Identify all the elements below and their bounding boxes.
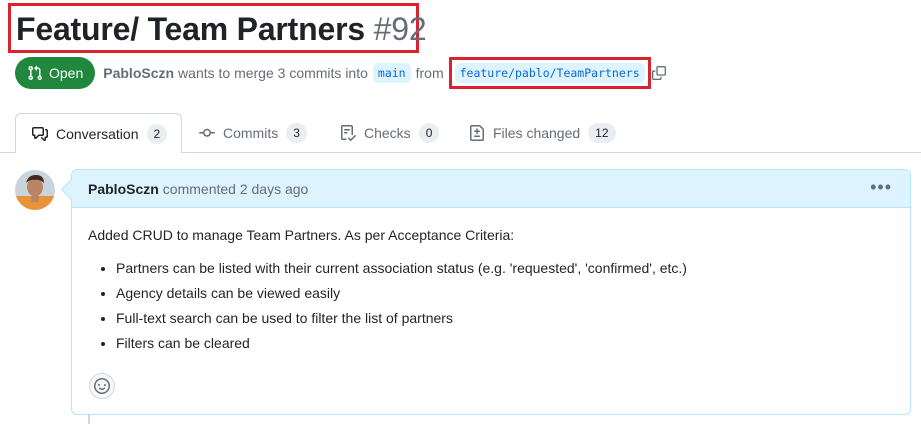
checklist-icon xyxy=(341,125,356,141)
pr-title: Feature/ Team Partners xyxy=(16,11,365,47)
comment-box: PabloSczn commented 2 days ago ••• Added… xyxy=(71,169,911,415)
tab-label: Checks xyxy=(364,125,411,141)
merge-text: wants to merge 3 commits into xyxy=(178,65,368,81)
file-diff-icon xyxy=(470,125,484,141)
comment-intro: Added CRUD to manage Team Partners. As p… xyxy=(88,227,515,243)
smiley-icon xyxy=(94,378,110,394)
comment-timestamp: commented 2 days ago xyxy=(162,180,309,197)
branch-highlight-box: feature/pablo/TeamPartners xyxy=(448,57,651,89)
from-text: from xyxy=(415,65,444,81)
tab-count: 2 xyxy=(146,123,168,144)
status-badge: Open xyxy=(15,57,96,89)
comment-body: Added CRUD to manage Team Partners. As p… xyxy=(72,208,910,352)
copy-icon[interactable] xyxy=(651,66,666,80)
git-commit-icon xyxy=(199,128,215,137)
tab-count: 12 xyxy=(588,123,616,143)
tab-label: Commits xyxy=(223,125,279,141)
git-pull-request-icon xyxy=(28,65,43,81)
list-item: Filters can be cleared xyxy=(116,334,894,352)
pr-author-link[interactable]: PabloSczn xyxy=(103,65,174,81)
pr-number: #92 xyxy=(373,11,427,47)
status-label: Open xyxy=(49,65,84,81)
list-item: Full-text search can be used to filter t… xyxy=(116,309,894,327)
tab-conversation[interactable]: Conversation 2 xyxy=(15,113,182,154)
comment-author-link[interactable]: PabloSczn xyxy=(88,181,159,197)
comment-header: PabloSczn commented 2 days ago ••• xyxy=(72,170,910,208)
comment-discussion-icon xyxy=(32,126,48,141)
avatar[interactable] xyxy=(15,170,55,210)
tab-commits[interactable]: Commits 3 xyxy=(199,113,307,153)
pr-tabs: Conversation 2 Commits 3 Checks 0 Files … xyxy=(0,113,921,154)
page-title: Feature/ Team Partners #92 xyxy=(16,9,427,49)
tab-count: 3 xyxy=(286,123,307,143)
tab-files-changed[interactable]: Files changed 12 xyxy=(469,113,616,153)
pr-meta: Open PabloSczn wants to merge 3 commits … xyxy=(15,57,666,89)
tab-label: Conversation xyxy=(56,125,139,142)
base-branch[interactable]: main xyxy=(372,63,411,83)
list-item: Agency details can be viewed easily xyxy=(116,284,894,302)
kebab-menu-icon[interactable]: ••• xyxy=(870,178,892,196)
tab-checks[interactable]: Checks 0 xyxy=(340,113,440,153)
tab-label: Files changed xyxy=(493,125,581,141)
timeline-line xyxy=(88,415,90,424)
tab-count: 0 xyxy=(418,123,440,143)
criteria-list: Partners can be listed with their curren… xyxy=(88,259,894,352)
head-branch[interactable]: feature/pablo/TeamPartners xyxy=(454,63,645,83)
add-reaction-button[interactable] xyxy=(89,373,115,399)
list-item: Partners can be listed with their curren… xyxy=(116,259,894,277)
